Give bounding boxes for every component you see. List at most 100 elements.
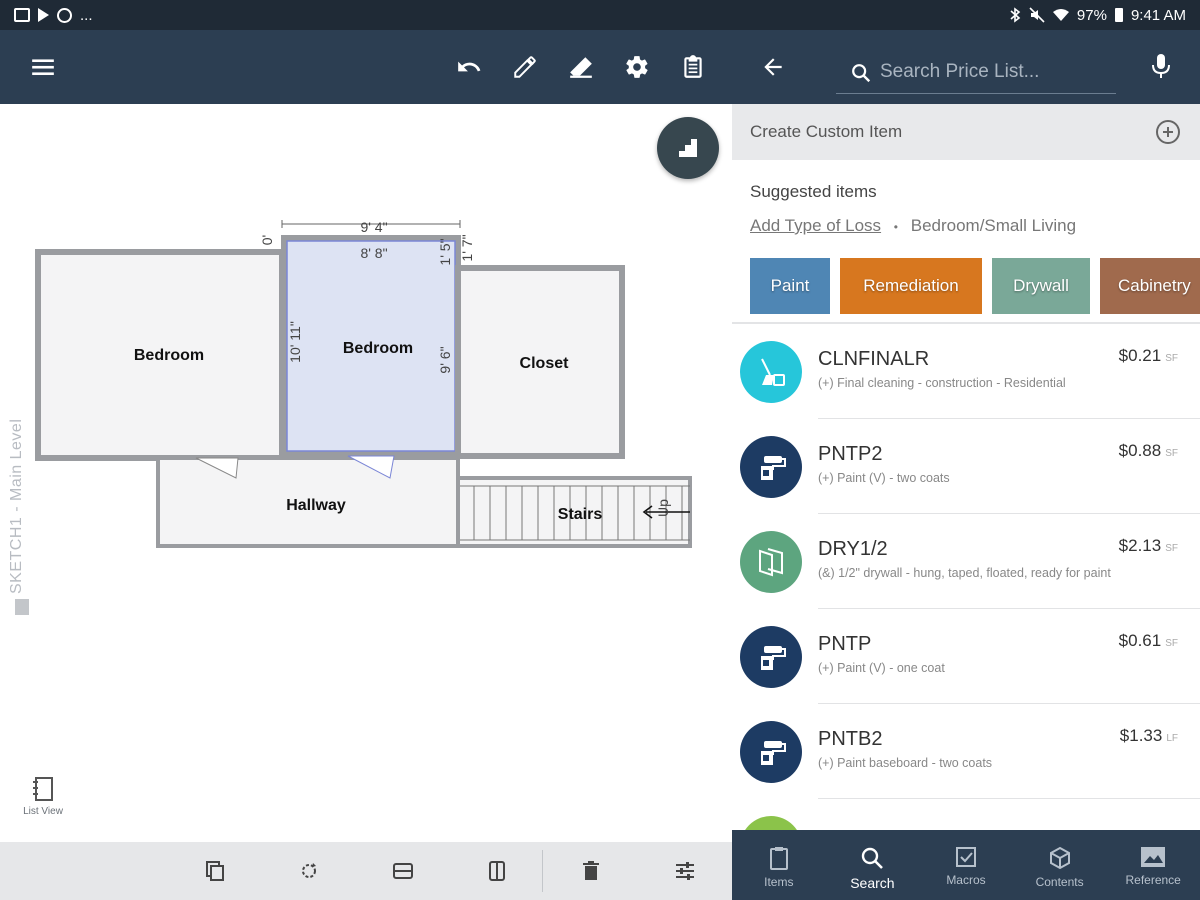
- item-unit: SF: [1165, 638, 1178, 649]
- nav-items[interactable]: Items: [732, 830, 826, 900]
- search-icon: [862, 847, 884, 869]
- item-unit: SF: [1165, 543, 1178, 554]
- dimension-small-right-b: 1' 7": [459, 234, 475, 261]
- sketch-canvas[interactable]: Bedroom Bedroom Closet Hallway Stairs Up…: [0, 104, 732, 842]
- list-item-partial[interactable]: [732, 799, 1200, 830]
- bedroom-center-label: Bedroom: [343, 340, 413, 357]
- item-price-value: $2.13: [1118, 536, 1162, 555]
- paint-roller-icon: [740, 721, 802, 783]
- list-item[interactable]: PNTP2 (+) Paint (V) - two coats $0.88 SF: [732, 419, 1200, 514]
- add-type-of-loss-link[interactable]: Add Type of Loss: [750, 216, 881, 235]
- floor-plan[interactable]: Bedroom Bedroom Closet Hallway Stairs Up…: [0, 104, 732, 842]
- add-circle-icon[interactable]: [1156, 120, 1180, 144]
- nav-macros-label: Macros: [946, 873, 986, 887]
- paint-roller-icon: [740, 626, 802, 688]
- menu-icon[interactable]: [27, 51, 59, 83]
- item-description: (+) Paint (V) - one coat: [818, 661, 945, 675]
- clock: 9:41 AM: [1130, 6, 1186, 24]
- item-code: DRY1/2: [818, 538, 888, 560]
- clipboard-icon: [769, 847, 788, 870]
- item-description: (+) Paint (V) - two coats: [818, 471, 950, 485]
- item-unit: LF: [1166, 733, 1178, 744]
- status-bar: ... 97% 9:41 AM: [0, 0, 1200, 30]
- item-price-value: $1.33: [1119, 726, 1163, 745]
- chip-paint[interactable]: Paint: [750, 258, 830, 314]
- gallery-notification-icon: [14, 8, 30, 22]
- battery-level: 97%: [1076, 6, 1107, 24]
- item-code: PNTB2: [818, 728, 883, 750]
- loss-bullet: •: [893, 220, 898, 234]
- item-price-value: $0.61: [1118, 631, 1162, 650]
- delete-icon[interactable]: [578, 858, 604, 884]
- nav-macros[interactable]: Macros: [919, 830, 1013, 900]
- dimension-right-height: 9' 6": [437, 346, 453, 373]
- eraser-icon[interactable]: [565, 51, 597, 83]
- list-item[interactable]: CLNFINALR (+) Final cleaning - construct…: [732, 324, 1200, 419]
- nav-contents[interactable]: Contents: [1013, 830, 1107, 900]
- price-list-bottom-nav: Items Search Macros Contents Reference: [732, 830, 1200, 900]
- undo-icon[interactable]: [453, 51, 485, 83]
- item-price: $0.61 SF: [1119, 631, 1178, 651]
- dimension-top-inner: 8' 8": [360, 245, 387, 261]
- search-field[interactable]: [836, 50, 1116, 94]
- nav-items-label: Items: [764, 875, 794, 889]
- create-custom-item-row[interactable]: Create Custom Item: [732, 104, 1200, 160]
- item-description: (&) 1/2" drywall - hung, taped, floated,…: [818, 566, 1111, 580]
- room-type-label: Bedroom/Small Living: [910, 216, 1077, 235]
- search-input[interactable]: [836, 50, 1116, 93]
- item-price: $1.33 LF: [1120, 726, 1178, 746]
- chip-remediation-label: Remediation: [863, 276, 959, 295]
- create-custom-item-label: Create Custom Item: [750, 122, 903, 141]
- flip-vertical-icon[interactable]: [484, 858, 510, 884]
- chip-cabinetry-label: Cabinetry: [1118, 276, 1191, 295]
- item-price: $2.13 SF: [1119, 536, 1178, 556]
- list-view-button[interactable]: List View: [16, 776, 70, 817]
- settings-icon[interactable]: [621, 51, 653, 83]
- drywall-icon: [740, 531, 802, 593]
- mute-icon: [1029, 7, 1045, 23]
- item-description: (+) Final cleaning - construction - Resi…: [818, 376, 1066, 390]
- sketch-toolbar: [0, 30, 732, 104]
- sketch-level-label: SKETCH1 - Main Level: [8, 419, 26, 594]
- more-notifications: ...: [80, 6, 93, 24]
- item-price: $0.88 SF: [1119, 441, 1178, 461]
- nav-search[interactable]: Search: [826, 830, 920, 900]
- nav-reference[interactable]: Reference: [1106, 830, 1200, 900]
- pencil-icon[interactable]: [509, 51, 541, 83]
- loss-row: Add Type of Loss • Bedroom/Small Living: [750, 216, 1076, 236]
- back-arrow-icon[interactable]: [760, 54, 786, 80]
- search-icon: [852, 64, 871, 83]
- stairs-tool-button[interactable]: [657, 117, 719, 179]
- chip-remediation[interactable]: Remediation: [840, 258, 982, 314]
- chip-drywall[interactable]: Drywall: [992, 258, 1090, 314]
- stairs-up-label: Up: [655, 499, 671, 517]
- dimension-left-height: 10' 11": [287, 321, 303, 363]
- price-list-items: CLNFINALR (+) Final cleaning - construct…: [732, 324, 1200, 830]
- item-price-value: $0.88: [1118, 441, 1162, 460]
- rotate-icon[interactable]: [296, 858, 322, 884]
- dimension-small-left: 0': [259, 235, 275, 245]
- tune-icon[interactable]: [672, 858, 698, 884]
- chip-cabinetry[interactable]: Cabinetry: [1100, 258, 1200, 314]
- list-item[interactable]: PNTB2 (+) Paint baseboard - two coats $1…: [732, 704, 1200, 799]
- microphone-icon[interactable]: [1150, 52, 1172, 80]
- item-code: CLNFINALR: [818, 348, 930, 370]
- closet-label: Closet: [520, 355, 570, 372]
- sketch-level-text: SKETCH1 - Main Level: [8, 418, 25, 594]
- hallway-label: Hallway: [286, 497, 346, 514]
- item-description: (+) Paint baseboard - two coats: [818, 756, 993, 770]
- nav-search-label: Search: [850, 875, 895, 891]
- item-code: PNTP2: [818, 443, 883, 465]
- cube-icon: [1049, 846, 1070, 870]
- list-item[interactable]: PNTP (+) Paint (V) - one coat $0.61 SF: [732, 609, 1200, 704]
- flip-horizontal-icon[interactable]: [390, 858, 416, 884]
- item-price-value: $0.21: [1118, 346, 1162, 365]
- wifi-icon: [1052, 9, 1069, 21]
- copy-icon[interactable]: [202, 858, 228, 884]
- list-item[interactable]: DRY1/2 (&) 1/2" drywall - hung, taped, f…: [732, 514, 1200, 609]
- status-bar-left: ...: [14, 7, 93, 24]
- clipboard-icon[interactable]: [677, 51, 709, 83]
- price-list-header: [732, 30, 1200, 104]
- stairs-icon: [679, 139, 697, 157]
- dimension-top-outer: 9' 4": [360, 219, 387, 235]
